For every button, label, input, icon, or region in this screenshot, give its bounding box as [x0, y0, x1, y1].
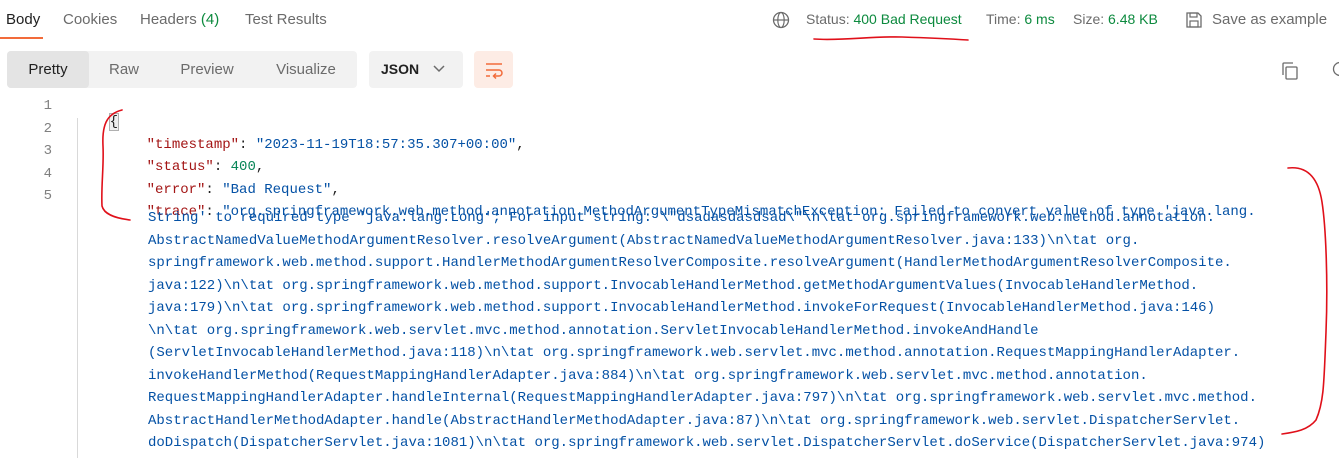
line-number: 1 — [0, 98, 52, 114]
response-body-editor[interactable]: 1 2 3 4 5 { "timestamp": "2023-11-19T18:… — [0, 94, 1339, 454]
trace-continuation-line: doDispatch(DispatcherServlet.java:1081)\… — [148, 435, 1265, 451]
line-number: 3 — [0, 143, 52, 159]
trace-continuation-line: String' to required type 'java.lang.Long… — [148, 210, 1215, 226]
view-mode-visualize[interactable]: Visualize — [255, 51, 357, 88]
copy-icon[interactable] — [1279, 60, 1301, 85]
code-line: { — [76, 98, 118, 146]
view-mode-pretty[interactable]: Pretty — [7, 51, 89, 88]
chevron-down-icon — [433, 65, 445, 73]
save-icon — [1184, 10, 1204, 30]
response-time[interactable]: Time: 6 ms — [986, 11, 1055, 27]
tab-test-results[interactable]: Test Results — [245, 11, 327, 28]
trace-continuation-line: \n\tat org.springframework.web.servlet.m… — [148, 323, 1039, 339]
active-tab-indicator — [0, 37, 43, 39]
json-string-value: "2023-11-19T18:57:35.307+00:00" — [256, 137, 516, 153]
tab-headers-label: Headers — [140, 11, 197, 28]
wrap-lines-button[interactable] — [474, 51, 513, 88]
trace-continuation-line: RequestMappingHandlerAdapter.handleInter… — [148, 390, 1257, 406]
trace-continuation-line: java:179)\n\tat org.springframework.web.… — [148, 300, 1215, 316]
size-value: 6.48 KB — [1108, 11, 1158, 27]
format-select-value: JSON — [381, 61, 419, 77]
tab-cookies[interactable]: Cookies — [63, 11, 117, 28]
red-annotation-underline — [812, 33, 972, 43]
status-label: Status: — [806, 11, 850, 27]
indent-guide — [77, 118, 78, 458]
trace-continuation-line: springframework.web.method.support.Handl… — [148, 255, 1232, 271]
time-value: 6 ms — [1024, 11, 1054, 27]
view-mode-segmented-control: Pretty Raw Preview Visualize — [7, 51, 357, 88]
save-as-example-label: Save as example — [1212, 11, 1327, 28]
tab-body[interactable]: Body — [6, 11, 40, 28]
trace-continuation-line: AbstractNamedValueMethodArgumentResolver… — [148, 233, 1139, 249]
response-status[interactable]: Status: 400 Bad Request — [806, 11, 962, 27]
time-label: Time: — [986, 11, 1020, 27]
line-number: 2 — [0, 121, 52, 137]
globe-icon[interactable] — [771, 10, 791, 30]
view-mode-preview[interactable]: Preview — [159, 51, 255, 88]
line-number: 5 — [0, 188, 52, 204]
status-value: 400 Bad Request — [853, 11, 961, 27]
size-label: Size: — [1073, 11, 1104, 27]
trace-continuation-line: (ServletInvocableHandlerMethod.java:118)… — [148, 345, 1240, 361]
line-number: 4 — [0, 166, 52, 182]
tab-headers[interactable]: Headers (4) — [140, 11, 219, 28]
wrap-lines-icon — [484, 60, 504, 80]
tab-headers-count: (4) — [201, 11, 219, 28]
format-select[interactable]: JSON — [369, 51, 463, 88]
json-comma: , — [516, 137, 524, 153]
trace-continuation-line: AbstractHandlerMethodAdapter.handle(Abst… — [148, 413, 1240, 429]
response-tab-bar: Body Cookies Headers (4) Test Results St… — [0, 0, 1339, 40]
trace-continuation-line: java:122)\n\tat org.springframework.web.… — [148, 278, 1198, 294]
trace-continuation-line: invokeHandlerMethod(RequestMappingHandle… — [148, 368, 1148, 384]
search-icon[interactable] — [1330, 60, 1339, 85]
response-size[interactable]: Size: 6.48 KB — [1073, 11, 1158, 27]
view-mode-raw[interactable]: Raw — [89, 51, 159, 88]
